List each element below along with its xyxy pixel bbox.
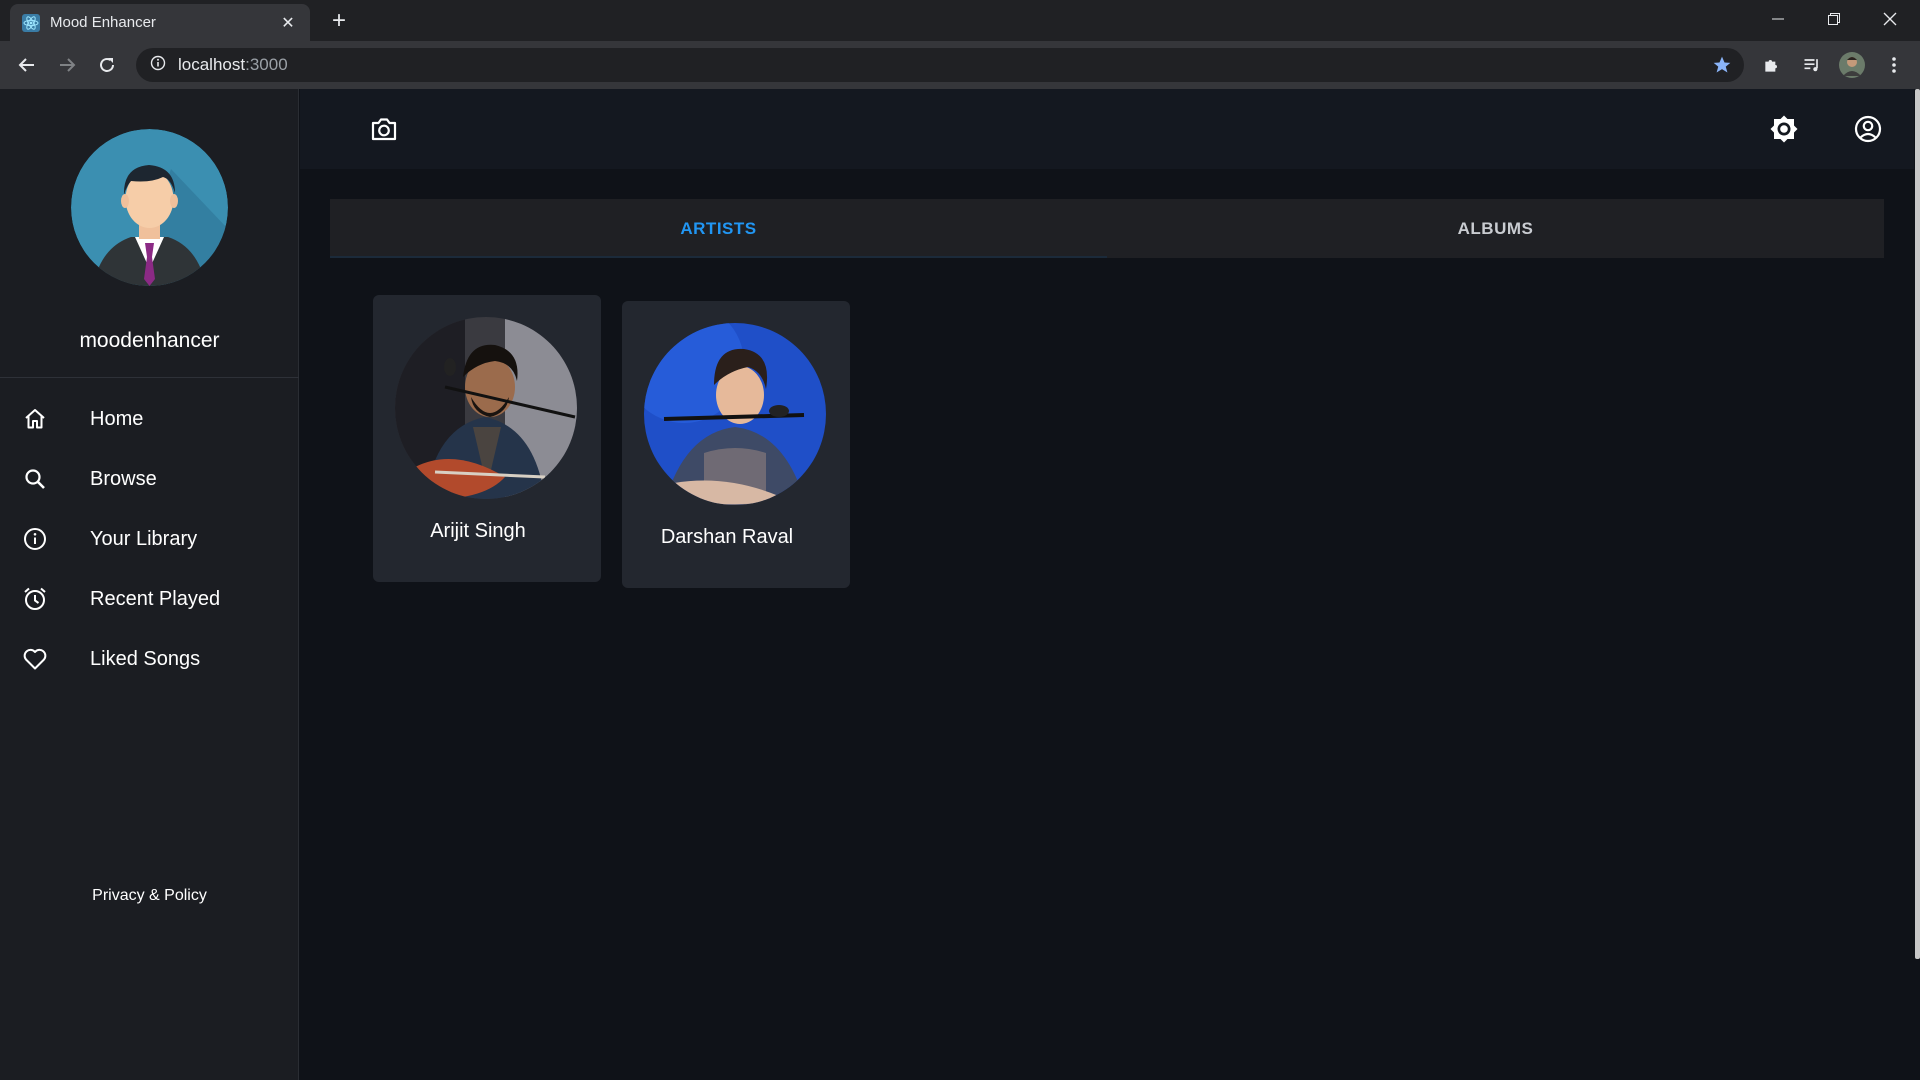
sidebar-item-browse[interactable]: Browse — [0, 449, 299, 509]
browser-tab-title: Mood Enhancer — [50, 14, 156, 31]
tab-albums[interactable]: ALBUMS — [1107, 199, 1884, 258]
back-arrow-icon[interactable] — [13, 51, 41, 79]
home-icon — [22, 406, 48, 432]
main-content: ARTISTS ALBUMS Arijit Singh Darshan Rava… — [300, 89, 1914, 1080]
restore-window-icon[interactable] — [1806, 0, 1862, 37]
account-circle-icon[interactable] — [1850, 111, 1886, 147]
scrollbar-thumb[interactable] — [1915, 89, 1920, 959]
page-scrollbar[interactable] — [1914, 89, 1920, 1080]
site-info-icon[interactable] — [150, 55, 166, 76]
privacy-policy-link[interactable]: Privacy & Policy — [0, 887, 299, 905]
username: moodenhancer — [79, 329, 220, 352]
app-root: moodenhancer Home Browse Your Library Re… — [0, 89, 1920, 1080]
artist-photo — [644, 323, 826, 505]
browser-tab[interactable]: Mood Enhancer ✕ — [10, 4, 310, 41]
address-bar[interactable]: localhost:3000 — [136, 48, 1744, 82]
minimize-icon[interactable] — [1750, 0, 1806, 37]
media-queue-icon[interactable] — [1798, 51, 1826, 79]
app-bar — [300, 89, 1914, 169]
url-port: :3000 — [245, 55, 288, 74]
react-logo-icon — [22, 13, 40, 32]
reload-icon[interactable] — [93, 51, 121, 79]
sidebar-item-recent-played[interactable]: Recent Played — [0, 569, 299, 629]
heart-icon — [22, 646, 48, 672]
sidebar-item-home[interactable]: Home — [0, 389, 299, 449]
sidebar-divider — [0, 377, 299, 378]
sidebar-item-label: Your Library — [90, 527, 198, 550]
alarm-clock-icon — [22, 586, 48, 612]
forward-arrow-icon[interactable] — [53, 51, 81, 79]
tab-artists[interactable]: ARTISTS — [330, 199, 1107, 258]
sidebar-item-label: Recent Played — [90, 587, 221, 610]
extensions-puzzle-icon[interactable] — [1758, 51, 1786, 79]
artist-card[interactable]: Darshan Raval — [622, 301, 850, 588]
search-icon — [22, 466, 48, 492]
info-icon — [22, 526, 48, 552]
sidebar: moodenhancer Home Browse Your Library Re… — [0, 89, 299, 1080]
profile-avatar[interactable] — [1838, 51, 1866, 79]
artist-name: Arijit Singh — [430, 520, 526, 542]
new-tab-button[interactable]: + — [326, 8, 352, 34]
close-tab-icon[interactable]: ✕ — [278, 13, 298, 33]
browser-tab-strip: Mood Enhancer ✕ + — [0, 0, 1920, 41]
browser-menu-icon[interactable] — [1880, 51, 1908, 79]
camera-icon[interactable] — [366, 111, 402, 147]
close-window-icon[interactable] — [1862, 0, 1918, 37]
artist-card[interactable]: Arijit Singh — [373, 295, 601, 582]
sidebar-item-label: Home — [90, 407, 144, 430]
url-host: localhost — [178, 55, 246, 74]
browser-toolbar: localhost:3000 — [0, 41, 1920, 89]
active-tab-indicator — [330, 256, 1107, 258]
sidebar-item-label: Liked Songs — [90, 647, 201, 670]
content-tabs: ARTISTS ALBUMS — [330, 199, 1884, 258]
artist-name: Darshan Raval — [660, 526, 794, 548]
sidebar-item-label: Browse — [90, 467, 157, 490]
url-text: localhost:3000 — [178, 55, 288, 75]
sidebar-nav: Home Browse Your Library Recent Played L… — [0, 389, 299, 689]
sidebar-item-liked-songs[interactable]: Liked Songs — [0, 629, 299, 689]
sidebar-item-your-library[interactable]: Your Library — [0, 509, 299, 569]
avatar[interactable] — [71, 129, 228, 286]
artist-photo — [395, 317, 577, 499]
brightness-icon[interactable] — [1766, 111, 1802, 147]
bookmark-star-icon[interactable] — [1708, 51, 1736, 79]
